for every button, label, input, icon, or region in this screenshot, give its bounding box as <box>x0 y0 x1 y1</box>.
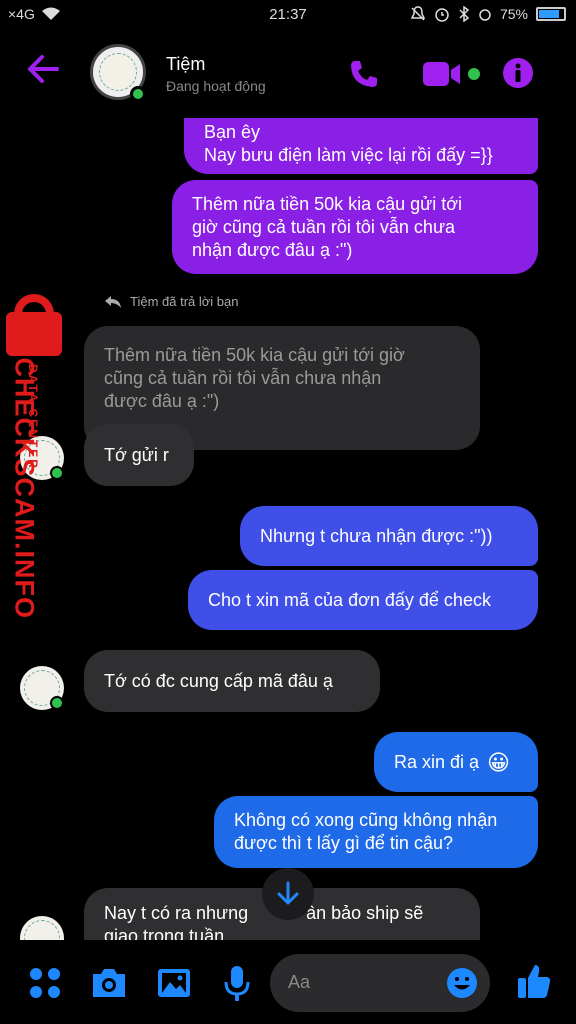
message-outgoing[interactable]: Nhưng t chưa nhận được :")) <box>240 506 538 566</box>
info-icon[interactable] <box>502 57 534 89</box>
watermark: DATA CENTER CHECKSCAM.INFO <box>0 294 70 619</box>
message-outgoing[interactable]: Thêm nữa tiền 50k kia cậu gửi tới giờ cũ… <box>172 180 538 274</box>
arrow-left-icon[interactable] <box>26 54 60 84</box>
alarm-icon <box>435 8 449 22</box>
message-text: nhận được đâu ạ :") <box>192 239 353 260</box>
thumbs-up-icon[interactable] <box>516 962 552 1000</box>
message-input[interactable]: Aa <box>270 954 490 1012</box>
message-input-placeholder: Aa <box>288 972 311 992</box>
reply-icon <box>105 295 121 308</box>
arrow-down-icon <box>277 881 299 905</box>
message-list[interactable]: Bạn êy Nay bưu điện làm việc lại rồi đấy… <box>0 118 576 940</box>
gallery-icon[interactable] <box>156 966 192 1000</box>
online-indicator <box>50 696 64 710</box>
quoted-text: được đâu ạ :") <box>104 390 220 411</box>
message-text: giao trong tuần <box>104 926 225 940</box>
message-incoming[interactable]: Tớ gửi r <box>84 424 194 486</box>
message-text: Cho t xin mã của đơn đấy để check <box>208 589 491 610</box>
menu-dots-icon[interactable] <box>28 966 62 1000</box>
reply-note-text: Tiệm đã trả lời bạn <box>130 294 239 309</box>
sender-avatar[interactable] <box>20 916 64 940</box>
message-text: Nhưng t chưa nhận được :")) <box>260 525 493 546</box>
message-outgoing[interactable]: Bạn êy Nay bưu điện làm việc lại rồi đấy… <box>184 118 538 174</box>
message-incoming[interactable]: Tớ có đc cung cấp mã đâu ạ <box>84 650 380 712</box>
message-text: Nay t có ra nhưng <box>104 903 249 923</box>
chat-header: Tiệm Đang hoạt động <box>0 32 576 118</box>
message-text: Tớ gửi r <box>104 444 169 465</box>
battery-icon <box>536 7 566 21</box>
message-outgoing[interactable]: Ra xin đi ạ 😀 <box>374 732 538 792</box>
message-text: Ra xin đi ạ <box>394 751 480 772</box>
battery-percent: 75% <box>499 6 528 22</box>
video-active-dot <box>468 68 480 80</box>
message-text: ân bảo ship sẽ <box>306 903 424 923</box>
contact-name[interactable]: Tiệm <box>166 54 205 75</box>
scroll-to-bottom-button[interactable] <box>262 868 314 920</box>
message-text: được thì t lấy gì để tin cậu? <box>234 833 453 853</box>
message-text: Không có xong cũng không nhận <box>234 810 498 830</box>
video-icon[interactable] <box>422 60 462 88</box>
padlock-icon <box>6 312 62 356</box>
phone-icon[interactable] <box>348 58 380 90</box>
watermark-main: CHECKSCAM.INFO <box>9 357 40 620</box>
message-text: Tớ có đc cung cấp mã đâu ạ <box>104 670 333 691</box>
online-indicator <box>130 86 146 102</box>
quoted-text: Thêm nữa tiền 50k kia cậu gửi tới giờ <box>104 344 405 365</box>
microphone-icon[interactable] <box>222 964 252 1002</box>
message-text: Bạn êy <box>204 122 261 142</box>
composer-bar: Aa <box>0 944 576 1024</box>
grinning-emoji-icon: 😀 <box>487 749 510 775</box>
bluetooth-icon <box>459 6 470 22</box>
quoted-text: cũng cả tuần rồi tôi vẫn chưa nhận <box>104 367 382 388</box>
alarm-clock-icon <box>479 9 491 21</box>
message-text: giờ cũng cả tuần rồi tôi vẫn chưa <box>192 216 456 237</box>
contact-status: Đang hoạt động <box>166 78 266 94</box>
message-outgoing[interactable]: Cho t xin mã của đơn đấy để check <box>188 570 538 630</box>
status-bar: ×4G 21:37 75% <box>0 0 576 30</box>
reply-indicator: Tiệm đã trả lời bạn <box>104 294 238 309</box>
message-outgoing[interactable]: Không có xong cũng không nhận được thì t… <box>214 796 538 868</box>
message-text: Thêm nữa tiền 50k kia cậu gửi tới <box>192 193 463 214</box>
mute-bell-icon <box>410 6 426 21</box>
message-text: Nay bưu điện làm việc lại rồi đấy =}} <box>204 145 493 165</box>
emoji-icon[interactable] <box>446 967 478 999</box>
camera-icon[interactable] <box>90 966 128 1000</box>
